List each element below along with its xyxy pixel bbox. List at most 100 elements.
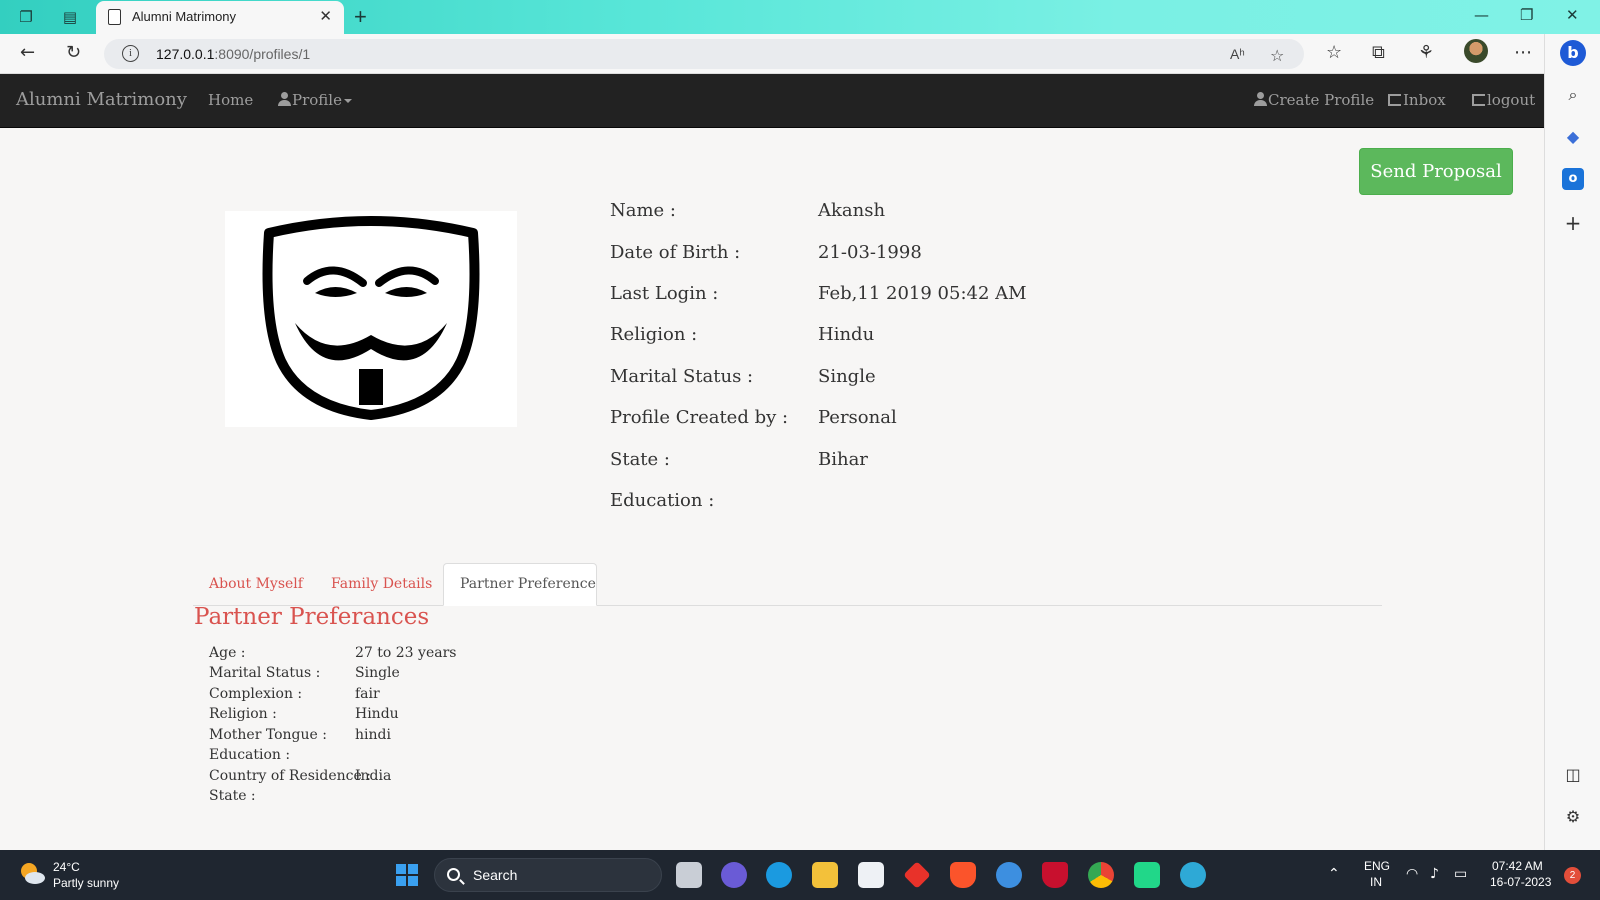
favorites-icon[interactable]: ☆ xyxy=(1326,42,1342,63)
nav-create-profile-label: Create Profile xyxy=(1268,91,1375,109)
pp-complexion-value: fair xyxy=(355,686,380,702)
microsoft-store-icon[interactable] xyxy=(858,862,884,888)
user-icon xyxy=(278,92,291,106)
dob-label: Date of Birth : xyxy=(610,242,741,263)
religion-label: Religion : xyxy=(610,324,698,345)
pp-mother-tongue-label: Mother Tongue : xyxy=(209,727,327,743)
battery-icon[interactable]: ▭ xyxy=(1454,866,1467,882)
nav-home[interactable]: Home xyxy=(208,91,253,109)
partly-sunny-icon[interactable] xyxy=(18,860,46,888)
outlook-icon[interactable]: o xyxy=(1562,168,1584,190)
nav-inbox[interactable]: Inbox xyxy=(1388,91,1446,109)
logout-icon xyxy=(1472,94,1485,106)
nav-logout[interactable]: logout xyxy=(1472,91,1535,109)
clock-date[interactable]: 16-07-2023 xyxy=(1490,875,1551,889)
pp-religion-value: Hindu xyxy=(355,706,399,722)
add-icon[interactable]: + xyxy=(1562,212,1584,234)
pp-marital-label: Marital Status : xyxy=(209,665,321,681)
help-app-icon[interactable] xyxy=(996,862,1022,888)
pp-country-label: Country of Residence : xyxy=(209,768,371,784)
pp-age-value: 27 to 23 years xyxy=(355,645,457,661)
pp-mother-tongue-value: hindi xyxy=(355,727,391,743)
show-hidden-icons-chevron-icon[interactable]: ⌃ xyxy=(1328,866,1340,882)
extensions-icon[interactable]: ⚘ xyxy=(1418,42,1434,63)
back-icon[interactable]: ← xyxy=(20,42,35,63)
nav-profile-dropdown[interactable]: Profile xyxy=(278,91,352,109)
search-icon[interactable]: ⌕ xyxy=(1562,84,1584,106)
taskbar-search-label: Search xyxy=(473,867,518,883)
pp-complexion-label: Complexion : xyxy=(209,686,303,702)
wifi-icon[interactable]: ◠ xyxy=(1406,866,1418,882)
mcafee-icon[interactable] xyxy=(1042,862,1068,888)
search-icon xyxy=(447,868,460,881)
nav-profile-label: Profile xyxy=(292,91,342,109)
weather-desc[interactable]: Partly sunny xyxy=(53,876,119,890)
language-primary[interactable]: ENG xyxy=(1364,859,1390,873)
new-tab-button[interactable]: + xyxy=(354,4,367,30)
site-info-icon[interactable]: i xyxy=(122,45,139,62)
browser-toolbar: ← ↻ i 127.0.0.1:8090/profiles/1 Aʰ ☆ ☆ ⧉… xyxy=(0,34,1600,74)
taskbar-search[interactable]: Search xyxy=(434,858,662,892)
bing-chat-icon[interactable]: b xyxy=(1560,40,1586,66)
edge-active-icon[interactable] xyxy=(1180,862,1206,888)
browser-titlebar: ❐ ▤ Alumni Matrimony ✕ + — ❐ ✕ xyxy=(0,0,1600,34)
url-text[interactable]: 127.0.0.1:8090/profiles/1 xyxy=(156,46,310,62)
restore-icon[interactable]: ❐ xyxy=(1520,6,1533,24)
weather-temp[interactable]: 24°C xyxy=(53,860,80,874)
partner-preferences-title: Partner Preferances xyxy=(194,604,430,630)
copilot-icon[interactable]: ◆ xyxy=(1562,126,1584,148)
login-icon xyxy=(1388,94,1401,106)
git-app-icon[interactable] xyxy=(903,861,931,889)
edge-app-icon[interactable] xyxy=(766,862,792,888)
url-path: :8090/profiles/1 xyxy=(214,46,311,62)
nav-create-profile[interactable]: Create Profile xyxy=(1254,91,1374,109)
split-screen-icon[interactable]: ◫ xyxy=(1562,764,1584,786)
windows-start-button[interactable] xyxy=(396,864,418,886)
language-region[interactable]: IN xyxy=(1370,875,1382,889)
read-aloud-icon[interactable]: Aʰ xyxy=(1230,46,1245,62)
page-icon xyxy=(108,9,121,25)
favorite-star-icon[interactable]: ☆ xyxy=(1270,46,1284,65)
notification-badge[interactable]: 2 xyxy=(1564,867,1581,884)
tab-family-details[interactable]: Family Details xyxy=(331,576,432,592)
browser-tab[interactable]: Alumni Matrimony ✕ xyxy=(96,1,344,34)
name-value: Akansh xyxy=(818,200,886,221)
brand-link[interactable]: Alumni Matrimony xyxy=(16,89,187,110)
marital-status-label: Marital Status : xyxy=(610,366,754,387)
marital-status-value: Single xyxy=(818,366,876,387)
address-bar[interactable]: i 127.0.0.1:8090/profiles/1 Aʰ ☆ xyxy=(104,39,1304,69)
more-options-icon[interactable]: ⋯ xyxy=(1514,42,1532,63)
pycharm-icon[interactable] xyxy=(1134,862,1160,888)
caret-down-icon xyxy=(343,99,352,103)
tab-about-myself[interactable]: About Myself xyxy=(209,576,303,592)
send-proposal-button[interactable]: Send Proposal xyxy=(1359,148,1513,195)
religion-value: Hindu xyxy=(818,324,875,345)
education-label: Education : xyxy=(610,490,715,511)
teams-chat-icon[interactable] xyxy=(721,862,747,888)
clock-time[interactable]: 07:42 AM xyxy=(1492,859,1543,873)
settings-gear-icon[interactable]: ⚙ xyxy=(1562,806,1584,828)
profile-avatar[interactable] xyxy=(1464,39,1488,63)
site-navbar: Alumni Matrimony Home Profile Create Pro… xyxy=(0,74,1544,128)
task-view-icon[interactable] xyxy=(676,862,702,888)
brave-browser-icon[interactable] xyxy=(950,862,976,888)
tab-partner-preference[interactable]: Partner Preference xyxy=(443,563,597,606)
tab-title: Alumni Matrimony xyxy=(132,9,237,24)
close-tab-icon[interactable]: ✕ xyxy=(319,7,332,25)
volume-icon[interactable]: ♪ xyxy=(1430,866,1439,882)
chrome-icon[interactable] xyxy=(1088,862,1114,888)
pp-age-label: Age : xyxy=(209,645,246,661)
state-label: State : xyxy=(610,449,670,470)
pp-religion-label: Religion : xyxy=(209,706,277,722)
minimize-icon[interactable]: — xyxy=(1474,6,1489,24)
name-label: Name : xyxy=(610,200,676,221)
file-explorer-icon[interactable] xyxy=(812,862,838,888)
dob-value: 21-03-1998 xyxy=(818,242,922,263)
refresh-icon[interactable]: ↻ xyxy=(66,42,81,63)
tab-actions-icon[interactable]: ▤ xyxy=(60,7,80,27)
workspaces-icon[interactable]: ❐ xyxy=(16,7,36,27)
close-window-icon[interactable]: ✕ xyxy=(1566,6,1579,24)
created-by-value: Personal xyxy=(818,407,897,428)
mask-icon xyxy=(262,216,480,420)
collections-icon[interactable]: ⧉ xyxy=(1372,42,1385,63)
